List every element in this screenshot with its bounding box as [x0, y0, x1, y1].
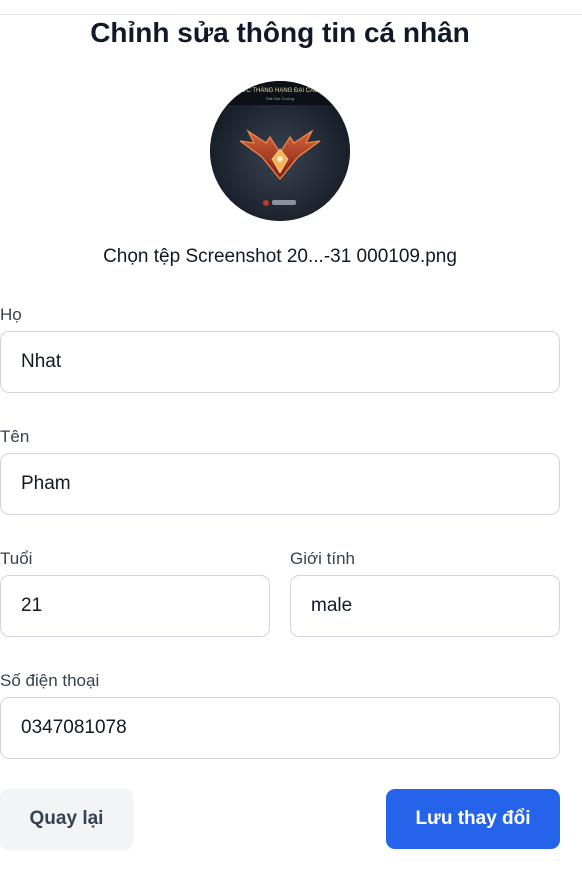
age-input[interactable]	[0, 575, 270, 637]
gender-input[interactable]	[290, 575, 560, 637]
first-name-input[interactable]	[0, 453, 560, 515]
last-name-label: Họ	[0, 305, 22, 324]
avatar-preview[interactable]: ỨC THÀNG HẠNG ĐẠI CAO Rất Kim Cương	[210, 81, 350, 221]
avatar-caption-top: ỨC THÀNG HẠNG ĐẠI CAO	[241, 87, 319, 94]
rank-emblem-icon: ỨC THÀNG HẠNG ĐẠI CAO Rất Kim Cương	[210, 81, 350, 221]
first-name-label: Tên	[0, 427, 30, 446]
gender-label: Giới tính	[290, 549, 356, 568]
page-title: Chỉnh sửa thông tin cá nhân	[90, 17, 470, 48]
phone-input[interactable]	[0, 697, 560, 759]
back-button[interactable]: Quay lại	[0, 789, 133, 849]
phone-label: Số điện thoại	[0, 671, 100, 690]
age-label: Tuổi	[0, 549, 33, 568]
file-picker-label[interactable]: Chọn tệp Screenshot 20...-31 000109.png	[0, 244, 560, 270]
save-button[interactable]: Lưu thay đổi	[386, 789, 560, 849]
last-name-input[interactable]	[0, 331, 560, 393]
avatar-caption-bottom: Rất Kim Cương	[266, 96, 294, 101]
